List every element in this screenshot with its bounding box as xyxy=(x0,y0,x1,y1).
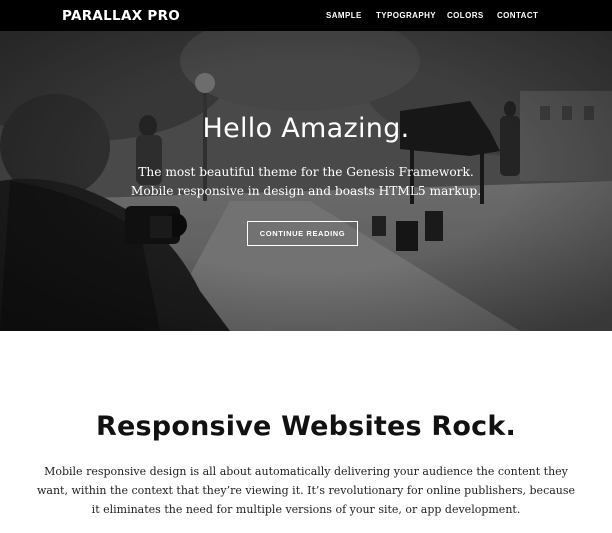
section-body-line-1: Mobile responsive design is all about au… xyxy=(44,465,568,478)
primary-nav: SAMPLE TYPOGRAPHY COLORS CONTACT xyxy=(0,0,612,31)
nav-item-contact[interactable]: CONTACT xyxy=(497,11,538,20)
nav-item-typography[interactable]: TYPOGRAPHY xyxy=(376,11,436,20)
hero-section: Hello Amazing. The most beautiful theme … xyxy=(0,31,612,331)
site-header: PARALLAX PRO SAMPLE TYPOGRAPHY COLORS CO… xyxy=(0,0,612,31)
section-title: Responsive Websites Rock. xyxy=(96,411,516,442)
hero-tagline-line-1: The most beautiful theme for the Genesis… xyxy=(138,165,474,179)
nav-item-sample[interactable]: SAMPLE xyxy=(326,11,362,20)
section-body-line-3: it eliminates the need for multiple vers… xyxy=(91,503,521,516)
hero-tagline-line-2: Mobile responsive in design and boasts H… xyxy=(130,184,482,198)
continue-reading-button[interactable]: CONTINUE READING xyxy=(247,221,358,246)
hero-background-photo xyxy=(0,31,612,331)
section-body-line-2: want, within the context that they’re vi… xyxy=(36,484,576,497)
nav-item-colors[interactable]: COLORS xyxy=(447,11,484,20)
hero-title: Hello Amazing. xyxy=(202,113,410,144)
